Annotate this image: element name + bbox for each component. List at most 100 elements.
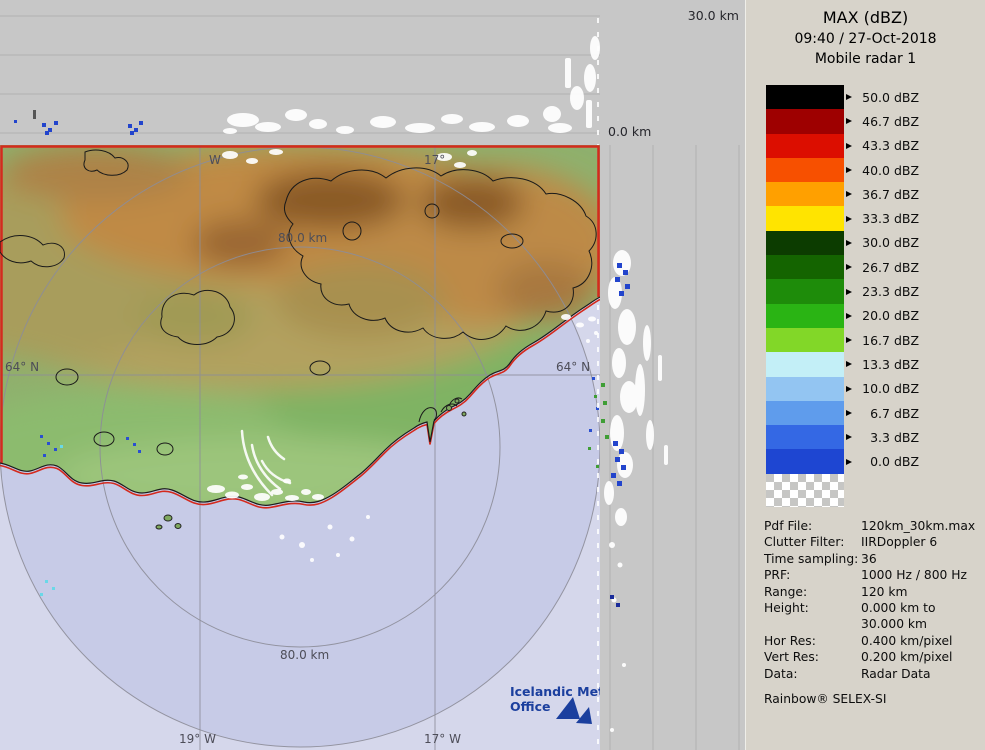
top-projection-plot — [0, 0, 600, 145]
legend-panel: MAX (dBZ) 09:40 / 27-Oct-2018 Mobile rad… — [745, 0, 985, 750]
info-row: Height:0.000 km to — [764, 600, 982, 616]
info-table: Pdf File:120km_30km.maxClutter Filter:II… — [764, 518, 982, 682]
legend-tick-arrow-icon — [846, 337, 852, 343]
height-axis-corner-panel: 30.0 km 0.0 km — [600, 0, 745, 145]
info-row: Range:120 km — [764, 584, 982, 600]
imo-logo-line2: Office — [510, 699, 550, 714]
info-row: Vert Res:0.200 km/pixel — [764, 649, 982, 665]
legend-entry-label: 36.7 dBZ — [857, 182, 919, 206]
legend-entry-label: 33.3 dBZ — [857, 206, 919, 230]
legend-color-swatch — [766, 109, 844, 133]
legend-entry-label: 6.7 dBZ — [857, 401, 919, 425]
legend-tick-arrow-icon — [846, 240, 852, 246]
legend-entry-label: 20.0 dBZ — [857, 304, 919, 328]
info-value: 0.400 km/pixel — [861, 633, 982, 649]
product-title: MAX (dBZ) — [746, 0, 985, 29]
legend-color-swatch — [766, 279, 844, 303]
longitude-label-top-w: W — [209, 153, 221, 167]
radar-map-panel: 80.0 km 80.0 km 64° N 64° N 19° W 17° W … — [0, 145, 600, 750]
legend-entry: 3.3 dBZ — [766, 425, 981, 449]
legend-entry: 16.7 dBZ — [766, 328, 981, 352]
legend-entry: 40.0 dBZ — [766, 158, 981, 182]
legend-tick-arrow-icon — [846, 94, 852, 100]
product-datetime: 09:40 / 27-Oct-2018 — [746, 29, 985, 49]
legend-tick-arrow-icon — [846, 143, 852, 149]
legend-entry: 23.3 dBZ — [766, 279, 981, 303]
legend-entry-label: 23.3 dBZ — [857, 279, 919, 303]
legend-color-swatch — [766, 182, 844, 206]
info-value: 120km_30km.max — [861, 518, 982, 534]
longitude-label-top-17: 17° — [424, 153, 445, 167]
legend-entry: 50.0 dBZ — [766, 85, 981, 109]
legend-color-swatch — [766, 206, 844, 230]
legend-entry: 30.0 dBZ — [766, 231, 981, 255]
info-key: PRF: — [764, 567, 861, 583]
info-row: Data:Radar Data — [764, 666, 982, 682]
legend-tick-arrow-icon — [846, 167, 852, 173]
legend-color-swatch — [766, 449, 844, 473]
legend-entry: 0.0 dBZ — [766, 449, 981, 473]
info-row: PRF:1000 Hz / 800 Hz — [764, 567, 982, 583]
legend-entry-label: 30.0 dBZ — [857, 231, 919, 255]
legend-tick-arrow-icon — [846, 264, 852, 270]
legend-tick-arrow-icon — [846, 459, 852, 465]
legend-tick-arrow-icon — [846, 386, 852, 392]
info-row: Clutter Filter:IIRDoppler 6 — [764, 534, 982, 550]
latitude-label-right: 64° N — [556, 360, 590, 374]
radar-application-window: 30.0 km 0.0 km — [0, 0, 985, 750]
legend-transparent-checker — [766, 474, 844, 507]
info-row: Hor Res:0.400 km/pixel — [764, 633, 982, 649]
legend-entry-label: 26.7 dBZ — [857, 255, 919, 279]
legend-tick-arrow-icon — [846, 313, 852, 319]
info-key: Range: — [764, 584, 861, 600]
latitude-label-left: 64° N — [5, 360, 39, 374]
legend-tick-arrow-icon — [846, 216, 852, 222]
info-value: 120 km — [861, 584, 982, 600]
legend-tick-arrow-icon — [846, 410, 852, 416]
legend-scale: 50.0 dBZ46.7 dBZ43.3 dBZ40.0 dBZ36.7 dBZ… — [766, 85, 981, 474]
info-key: Clutter Filter: — [764, 534, 861, 550]
info-key: Time sampling: — [764, 551, 861, 567]
radar-map: 80.0 km 80.0 km 64° N 64° N 19° W 17° W … — [0, 145, 600, 750]
side-height-projection-panel — [600, 145, 745, 750]
legend-tick-arrow-icon — [846, 434, 852, 440]
echo-dark-pixel — [33, 110, 36, 119]
legend-entry: 13.3 dBZ — [766, 352, 981, 376]
info-value: Radar Data — [861, 666, 982, 682]
legend-entry-label: 40.0 dBZ — [857, 158, 919, 182]
legend-color-swatch — [766, 425, 844, 449]
legend-entry: 6.7 dBZ — [766, 401, 981, 425]
longitude-label-17w: 17° W — [424, 732, 461, 746]
legend-entry: 36.7 dBZ — [766, 182, 981, 206]
legend-color-swatch — [766, 85, 844, 109]
legend-color-swatch — [766, 255, 844, 279]
side-projection-plot — [600, 145, 745, 750]
legend-entry-label: 10.0 dBZ — [857, 377, 919, 401]
longitude-label-19w: 19° W — [179, 732, 216, 746]
legend-entry: 43.3 dBZ — [766, 134, 981, 158]
legend-entry: 10.0 dBZ — [766, 377, 981, 401]
info-row: Time sampling:36 — [764, 551, 982, 567]
legend-entry-label: 50.0 dBZ — [857, 85, 919, 109]
imo-logo-line1: Icelandic Met — [510, 684, 600, 699]
legend-entry-label: 46.7 dBZ — [857, 109, 919, 133]
info-value: 30.000 km — [861, 616, 982, 632]
info-value: 1000 Hz / 800 Hz — [861, 567, 982, 583]
info-value: 36 — [861, 551, 982, 567]
legend-entry-label: 43.3 dBZ — [857, 134, 919, 158]
info-value: IIRDoppler 6 — [861, 534, 982, 550]
legend-tick-arrow-icon — [846, 289, 852, 295]
legend-color-swatch — [766, 158, 844, 182]
legend-color-swatch — [766, 304, 844, 328]
legend-entry: 33.3 dBZ — [766, 206, 981, 230]
legend-entry-label: 0.0 dBZ — [857, 449, 919, 473]
legend-tick-arrow-icon — [846, 191, 852, 197]
ring-label-bottom: 80.0 km — [280, 648, 329, 662]
legend-entry-label: 16.7 dBZ — [857, 328, 919, 352]
legend-entry-label: 13.3 dBZ — [857, 352, 919, 376]
top-height-projection-panel — [0, 0, 600, 145]
legend-tick-arrow-icon — [846, 361, 852, 367]
legend-entry: 20.0 dBZ — [766, 304, 981, 328]
legend-color-swatch — [766, 377, 844, 401]
info-key: Vert Res: — [764, 649, 861, 665]
